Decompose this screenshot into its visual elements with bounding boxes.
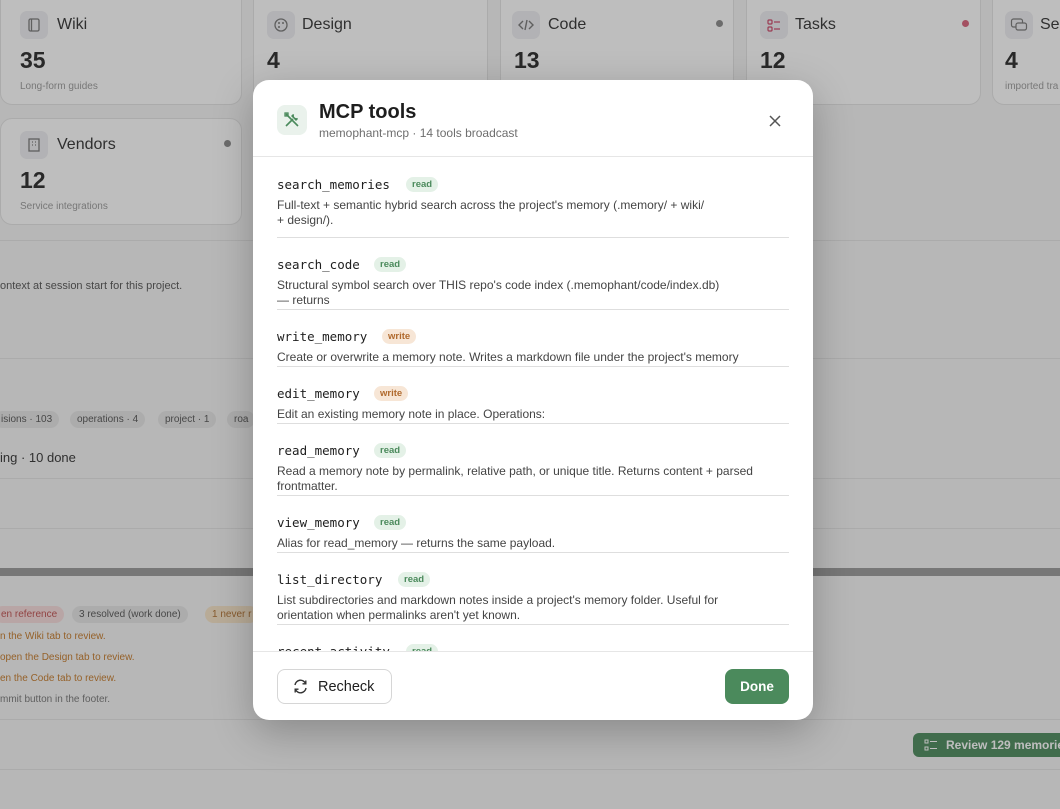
tool-name: write_memory xyxy=(277,329,368,344)
tool-item: search_code read Structural symbol searc… xyxy=(277,238,789,310)
dialog-footer: Recheck Done xyxy=(253,651,813,720)
tool-description: Edit an existing memory note in place. O… xyxy=(277,407,546,421)
close-icon xyxy=(769,115,781,127)
tool-description: Structural symbol search over THIS repo'… xyxy=(277,278,720,307)
access-badge: read xyxy=(406,177,439,192)
tool-description: Full-text + semantic hybrid search acros… xyxy=(277,198,705,227)
access-badge: read xyxy=(374,257,407,272)
tool-description: Alias for read_memory — returns the same… xyxy=(277,536,556,550)
tool-description: List subdirectories and markdown notes i… xyxy=(277,593,719,622)
tool-name: recent_activity xyxy=(277,644,390,651)
tool-item: view_memory read Alias for read_memory —… xyxy=(277,496,789,553)
tool-name: edit_memory xyxy=(277,386,360,401)
access-badge: read xyxy=(374,443,407,458)
access-badge: write xyxy=(374,386,409,401)
access-badge: read xyxy=(374,515,407,530)
recheck-label: Recheck xyxy=(318,678,375,695)
tool-description: Create or overwrite a memory note. Write… xyxy=(277,350,739,364)
access-badge: read xyxy=(406,644,439,651)
dialog-header: MCP tools memophant-mcp · 14 tools broad… xyxy=(253,80,813,157)
recheck-button[interactable]: Recheck xyxy=(277,669,392,704)
refresh-icon xyxy=(294,679,307,694)
done-button[interactable]: Done xyxy=(725,669,789,704)
tools-icon xyxy=(277,105,307,135)
dialog-subtitle: memophant-mcp · 14 tools broadcast xyxy=(319,126,518,140)
tool-item: recent_activity read xyxy=(277,625,789,651)
mcp-tools-dialog: MCP tools memophant-mcp · 14 tools broad… xyxy=(253,80,813,720)
tool-name: list_directory xyxy=(277,572,383,587)
access-badge: read xyxy=(398,572,431,587)
tool-name: read_memory xyxy=(277,443,360,458)
tool-item: edit_memory write Edit an existing memor… xyxy=(277,367,789,424)
tool-item: list_directory read List subdirectories … xyxy=(277,553,789,625)
tool-description: Read a memory note by permalink, relativ… xyxy=(277,464,753,493)
tool-name: search_memories xyxy=(277,177,390,192)
access-badge: write xyxy=(382,329,417,344)
tool-item: search_memories read Full-text + semanti… xyxy=(277,158,789,238)
tool-item: read_memory read Read a memory note by p… xyxy=(277,424,789,496)
dialog-title: MCP tools xyxy=(319,101,417,123)
tool-name: view_memory xyxy=(277,515,360,530)
tools-list[interactable]: search_memories read Full-text + semanti… xyxy=(253,158,813,651)
tool-name: search_code xyxy=(277,257,360,272)
tool-item: write_memory write Create or overwrite a… xyxy=(277,310,789,367)
close-button[interactable] xyxy=(765,111,785,131)
